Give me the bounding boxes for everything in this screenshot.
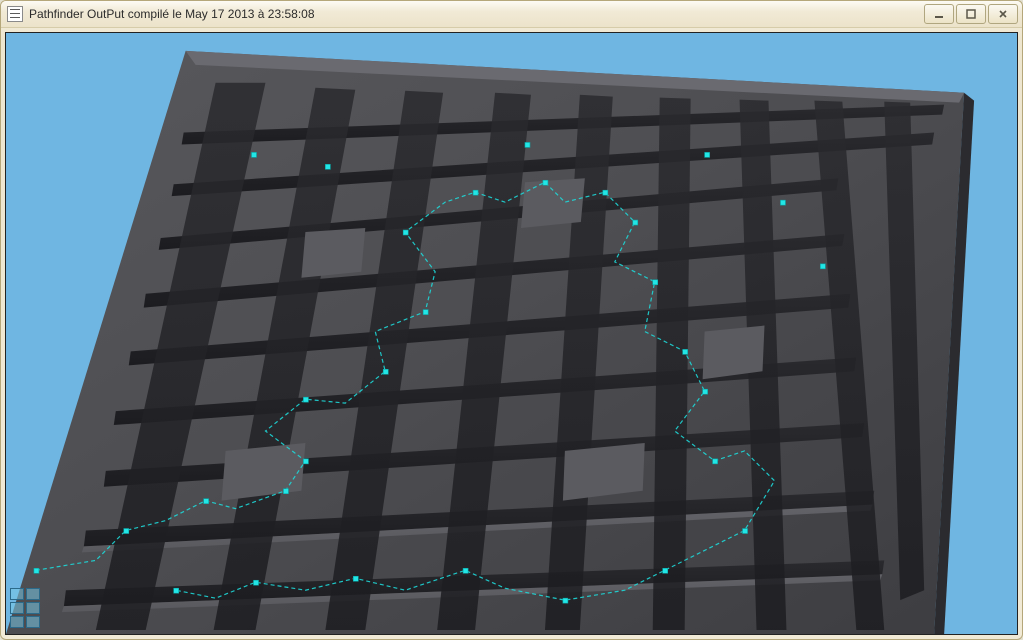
maximize-icon [966,9,976,19]
hud-chip[interactable] [26,602,40,614]
app-icon [7,6,23,22]
minimize-icon [934,9,944,19]
hud-chip[interactable] [10,602,24,614]
minimize-button[interactable] [924,4,954,24]
hud-chip[interactable] [26,616,40,628]
viewport-3d[interactable] [5,32,1018,635]
hud-row [10,616,40,628]
app-window: Pathfinder OutPut compilé le May 17 2013… [0,0,1023,640]
window-controls [924,4,1018,24]
titlebar[interactable]: Pathfinder OutPut compilé le May 17 2013… [1,1,1022,28]
window-title: Pathfinder OutPut compilé le May 17 2013… [29,7,924,21]
render-canvas [6,33,1017,634]
hud-chip[interactable] [10,588,24,600]
hud-row [10,602,40,614]
close-button[interactable] [988,4,1018,24]
hud-chip[interactable] [10,616,24,628]
close-icon [998,9,1008,19]
hud-row [10,588,40,600]
maximize-button[interactable] [956,4,986,24]
hud-widgets [10,588,40,628]
hud-chip[interactable] [26,588,40,600]
